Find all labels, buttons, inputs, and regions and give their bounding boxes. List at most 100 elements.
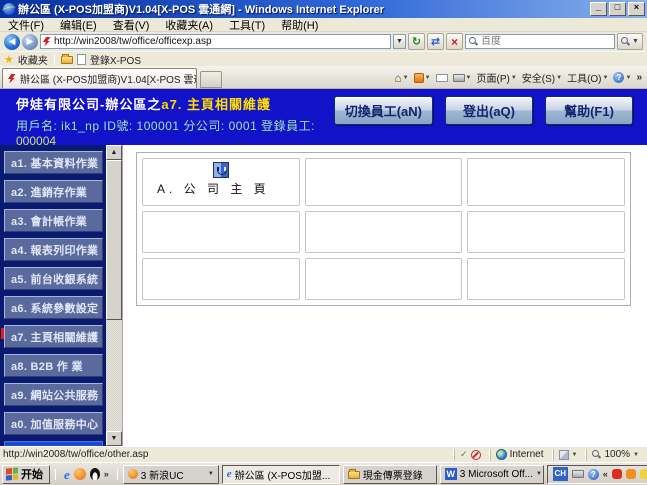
overflow-chevron[interactable]: » [636, 72, 642, 83]
tray-icon[interactable] [626, 469, 636, 479]
sina-uc-icon [128, 469, 138, 479]
sidebar-items: a1. 基本資料作業 a2. 進銷存作業 a3. 會計帳作業 a4. 報表列印作… [0, 145, 106, 446]
tray-printer-icon[interactable] [572, 470, 584, 478]
scrollbar-thumb[interactable] [106, 160, 122, 320]
menu-cell-empty [142, 258, 300, 300]
zone-label: Internet [510, 449, 544, 460]
menu-cell-empty [305, 258, 463, 300]
sidebar: a1. 基本資料作業 a2. 進銷存作業 a3. 會計帳作業 a4. 報表列印作… [0, 145, 122, 446]
tray-icon[interactable] [612, 469, 622, 479]
scroll-up-arrow[interactable]: ▲ [106, 145, 122, 160]
orange-app-icon[interactable] [74, 468, 86, 480]
blocked-icon [471, 450, 481, 460]
zoom-level: 100% [604, 449, 630, 460]
address-dropdown[interactable]: ▼ [393, 34, 406, 49]
minimize-button[interactable]: _ [590, 2, 607, 16]
header-buttons: 切換員工(aN) 登出(aQ) 幫助(F1) [334, 96, 633, 125]
status-link-url: http://win2008/tw/office/other.asp [3, 449, 450, 460]
maximize-button[interactable]: □ [609, 2, 626, 16]
sidebar-item-a0[interactable]: a0. 加值服務中心 [4, 412, 103, 435]
menu-file[interactable]: 文件(F) [0, 17, 52, 33]
task-button-office[interactable]: W 3 Microsoft Off... ▼ [440, 465, 544, 484]
zoom-control[interactable]: 100% ▼ [586, 449, 644, 461]
sidebar-item-a5[interactable]: a5. 前台收銀系統 [4, 267, 103, 290]
taskbar: 开始 e » 3 新浪UC ▼ e 辦公區 (X-POS加盟... 現金傳票登錄… [0, 462, 647, 485]
back-button[interactable]: ◀ [4, 34, 20, 50]
feed-icon [414, 73, 424, 83]
page-menu[interactable]: 页面(P)▼ [476, 70, 516, 85]
compatibility-button[interactable]: ⇄ [427, 33, 444, 50]
menu-view[interactable]: 查看(V) [105, 17, 158, 33]
tab-active[interactable]: 辦公區 (X-POS加盟商)V1.04[X-POS 雲通網] [2, 68, 197, 88]
menu-grid: A. 公 司 主 頁 [142, 158, 625, 300]
menu-edit[interactable]: 编辑(E) [52, 17, 105, 33]
add-favorite-folder-icon[interactable] [61, 56, 73, 64]
search-box[interactable] [465, 34, 615, 49]
tab-favicon [8, 74, 16, 84]
task-button-cash-voucher[interactable]: 現金傳票登錄 [343, 465, 437, 484]
refresh-button[interactable]: ↻ [408, 33, 425, 50]
sidebar-item-a3[interactable]: a3. 會計帳作業 [4, 209, 103, 232]
home-button[interactable]: ⌂▼ [394, 71, 408, 85]
sidebar-item-a2[interactable]: a2. 進銷存作業 [4, 180, 103, 203]
menu-cell-empty [142, 211, 300, 253]
ime-indicator[interactable]: CH [553, 467, 568, 481]
help-button[interactable]: 幫助(F1) [545, 96, 633, 125]
logout-button[interactable]: 登出(aQ) [445, 96, 533, 125]
address-field[interactable] [40, 34, 391, 49]
qq-icon[interactable] [90, 468, 100, 480]
sidebar-item-a6[interactable]: a6. 系統參數設定 [4, 296, 103, 319]
window-title: 辦公區 (X-POS加盟商)V1.04[X-POS 雲通網] - Windows… [18, 1, 588, 17]
main-content: A. 公 司 主 頁 [122, 145, 647, 446]
selection-mark [1, 328, 4, 339]
tray-collapse-chevron[interactable]: « [603, 469, 608, 479]
menu-cell-company-home[interactable]: A. 公 司 主 頁 [142, 158, 300, 206]
start-button[interactable]: 开始 [2, 465, 50, 484]
close-button[interactable]: × [628, 2, 645, 16]
favorites-star-icon: ★ [4, 53, 14, 66]
search-input[interactable] [481, 36, 611, 47]
ie-quicklaunch-icon[interactable]: e [64, 468, 70, 481]
sidebar-item-a9[interactable]: a9. 網站公共服務 [4, 383, 103, 406]
sidebar-item-a1[interactable]: a1. 基本資料作業 [4, 151, 103, 174]
menu-cell-empty [467, 258, 625, 300]
tray-help-icon[interactable]: ? [588, 469, 599, 480]
search-icon [469, 37, 478, 46]
sidebar-item-a4[interactable]: a4. 報表列印作業 [4, 238, 103, 261]
forward-button[interactable]: ▶ [22, 34, 38, 50]
favorite-page-icon [77, 54, 86, 65]
sidebar-item-a7[interactable]: a7. 主頁相關維護 [4, 325, 103, 348]
tools-menu[interactable]: 工具(O)▼ [567, 70, 608, 85]
search-go-button[interactable]: ▼ [617, 33, 643, 50]
sidebar-scrollbar[interactable]: ▲ ▼ [106, 145, 122, 446]
task-button-office-area[interactable]: e 辦公區 (X-POS加盟... [222, 465, 340, 484]
safety-menu[interactable]: 安全(S)▼ [522, 70, 562, 85]
protected-mode[interactable]: ▼ [553, 449, 583, 461]
stop-button[interactable]: × [446, 33, 463, 50]
url-input[interactable] [54, 36, 388, 47]
new-tab-button[interactable] [200, 71, 222, 88]
menu-tools[interactable]: 工具(T) [221, 17, 273, 33]
sidebar-item-guide[interactable]: 新手指南 [4, 441, 103, 446]
feeds-button[interactable]: ▼ [414, 73, 431, 83]
scroll-down-arrow[interactable]: ▼ [106, 431, 122, 446]
status-icons: ✓ [454, 449, 486, 461]
favorites-label[interactable]: 收藏夹 [18, 52, 48, 67]
folder-icon [348, 471, 360, 479]
favorites-bar: ★ 收藏夹 登錄X-POS [0, 51, 647, 66]
page-header: 伊娃有限公司-辦公區之a7. 主頁相關維護 用戶名: ik1_np ID號: 1… [0, 89, 647, 145]
task-button-sina-uc[interactable]: 3 新浪UC ▼ [123, 465, 219, 484]
ie-task-icon: e [227, 468, 232, 481]
switch-employee-button[interactable]: 切換員工(aN) [334, 96, 433, 125]
scrollbar-track[interactable] [106, 160, 122, 431]
quicklaunch-overflow[interactable]: » [104, 469, 109, 479]
favorite-item[interactable]: 登錄X-POS [90, 52, 141, 67]
tray-icon[interactable] [640, 469, 647, 479]
menu-favorites[interactable]: 收藏夹(A) [157, 17, 221, 33]
menu-help[interactable]: 帮助(H) [273, 17, 326, 33]
mail-icon [436, 74, 448, 82]
read-mail-button[interactable] [436, 74, 448, 82]
sidebar-item-a8[interactable]: a8. B2B 作 業 [4, 354, 103, 377]
print-button[interactable]: ▼ [453, 74, 472, 82]
help-menu[interactable]: ?▼ [613, 72, 631, 83]
